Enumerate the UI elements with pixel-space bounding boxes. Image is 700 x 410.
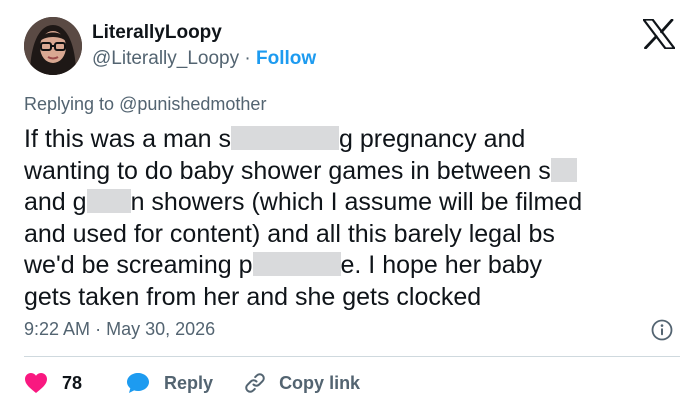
timestamp-separator: · (95, 319, 102, 339)
tweet-text-segment: wanting to do baby shower games in betwe… (24, 156, 551, 185)
avatar-image (24, 17, 82, 75)
handle-separator: · (244, 48, 251, 69)
redaction-block (86, 189, 131, 213)
copy-link-label: Copy link (279, 372, 361, 393)
redaction-block (252, 252, 341, 276)
tweet-line: and g n showers (which I assume will be f… (24, 187, 684, 219)
tweet-line: gets taken from her and she gets clocked (24, 282, 684, 314)
divider (24, 356, 680, 357)
tweet-text-segment: we'd be screaming p (24, 251, 253, 279)
reply-button[interactable]: Reply (126, 372, 213, 394)
follow-button[interactable]: Follow (256, 48, 316, 69)
tweet-text-segment: e. I hope her baby (340, 251, 543, 279)
tweet-timestamp[interactable]: 9:22 AM · May 30, 2026 (24, 319, 215, 340)
like-count: 78 (62, 372, 83, 393)
reply-label: Reply (164, 372, 214, 393)
heart-icon (24, 372, 48, 394)
action-bar: 78 Reply Copy link (24, 368, 360, 398)
tweet-line: wanting to do baby shower games in betwe… (24, 156, 684, 188)
tweet-text-segment: and g (24, 188, 87, 216)
tweet-text-segment: gets taken from her and she gets clocked (24, 282, 482, 311)
handle[interactable]: @Literally_Loopy (92, 48, 239, 69)
tweet-time: 9:22 AM (24, 319, 91, 339)
tweet-date: May 30, 2026 (106, 319, 216, 339)
like-button[interactable]: 78 (24, 372, 82, 394)
tweet-line: we'd be screaming p e. I hope her baby (24, 250, 684, 282)
tweet-text-segment: g pregnancy and (339, 125, 526, 153)
tweet-text-segment: n showers (which I assume will be filmed (130, 188, 583, 216)
tweet-line: If this was a man s g pregnancy and (24, 124, 684, 156)
tweet-text: If this was a man s g pregnancy and wanti… (24, 124, 684, 313)
speech-bubble-icon (126, 372, 150, 394)
avatar[interactable] (24, 17, 82, 75)
tweet-line: and used for content) and all this barel… (24, 219, 684, 251)
link-icon (243, 371, 267, 395)
display-name[interactable]: LiterallyLoopy (92, 22, 222, 44)
redaction-block (231, 126, 340, 150)
reply-context-mention[interactable]: @punishedmother (119, 94, 266, 114)
x-logo-icon[interactable] (642, 18, 676, 50)
reply-context: Replying to @punishedmother (24, 94, 266, 115)
handle-line: @Literally_Loopy · Follow (92, 48, 316, 70)
reply-context-prefix: Replying to (24, 94, 115, 114)
copy-link-button[interactable]: Copy link (243, 371, 360, 395)
redaction-block (550, 157, 577, 182)
tweet-text-segment: and used for content) and all this barel… (24, 219, 555, 248)
info-icon[interactable] (651, 319, 673, 341)
tweet-text-segment: If this was a man s (24, 125, 232, 153)
